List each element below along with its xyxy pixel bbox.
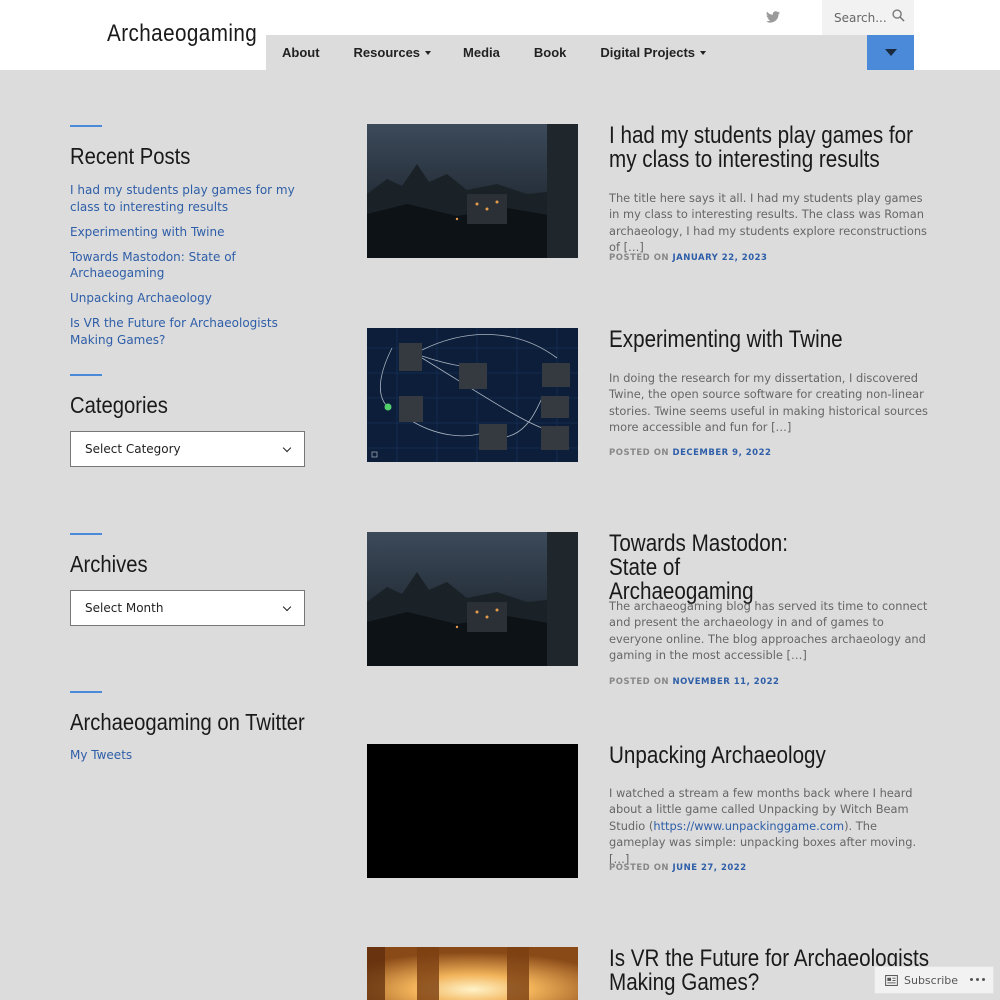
post-meta: POSTED ON JUNE 27, 2022 (609, 863, 747, 873)
reader-icon (885, 974, 898, 986)
widget-divider (70, 125, 102, 127)
search-icon[interactable] (892, 9, 905, 22)
menu-toggle-button[interactable] (867, 35, 914, 70)
recent-posts-widget: Recent Posts I had my students play game… (70, 125, 310, 357)
widget-divider (70, 374, 102, 376)
post-thumbnail[interactable] (367, 124, 578, 258)
nav-item-digital-projects[interactable]: Digital Projects (600, 35, 707, 70)
widget-divider (70, 691, 102, 693)
twitter-widget: Archaeogaming on Twitter My Tweets (70, 691, 310, 762)
post-meta: POSTED ON DECEMBER 9, 2022 (609, 448, 772, 458)
nav-item-media[interactable]: Media (463, 35, 500, 70)
unpacking-site-link[interactable]: https://www.unpackinggame.com (653, 819, 844, 833)
post-title-link[interactable]: I had my students play games for my clas… (609, 124, 939, 172)
post-date-link[interactable]: JANUARY 22, 2023 (673, 253, 768, 263)
main-nav: About Resources Media Book Digital Proje… (266, 35, 914, 70)
post-date-link[interactable]: NOVEMBER 11, 2022 (673, 677, 780, 687)
post-excerpt: The title here says it all. I had my stu… (609, 191, 927, 255)
subscribe-bar: Subscribe (874, 966, 994, 994)
categories-widget: Categories Select Category (70, 374, 310, 467)
night-town-image (367, 124, 578, 258)
night-town-image (367, 532, 578, 666)
post-thumbnail[interactable] (367, 744, 578, 878)
archive-month-select[interactable]: Select Month (70, 590, 305, 626)
chevron-down-icon (282, 602, 292, 611)
chevron-down-icon (282, 443, 292, 452)
category-select[interactable]: Select Category (70, 431, 305, 467)
nav-item-about[interactable]: About (282, 35, 320, 70)
twitter-icon[interactable] (766, 11, 780, 23)
post-thumbnail[interactable] (367, 947, 578, 1000)
widget-title: Archives (70, 551, 148, 577)
post-meta: POSTED ON NOVEMBER 11, 2022 (609, 677, 780, 687)
search-box (822, 0, 914, 35)
recent-post-link[interactable]: I had my students play games for my clas… (70, 182, 310, 215)
triangle-down-icon (884, 49, 897, 56)
recent-post-link[interactable]: Is VR the Future for Archaeologists Maki… (70, 315, 310, 348)
post-title-link[interactable]: Unpacking Archaeology (609, 744, 939, 768)
post-date-link[interactable]: DECEMBER 9, 2022 (673, 448, 772, 458)
desert-light-image (367, 947, 578, 1000)
widget-title: Recent Posts (70, 143, 191, 169)
caret-down-icon (425, 50, 432, 55)
more-options-icon[interactable] (970, 978, 985, 981)
recent-post-link[interactable]: Towards Mastodon: State of Archaeogaming (70, 249, 310, 282)
post-excerpt: I watched a stream a few months back whe… (609, 786, 917, 866)
widget-title: Archaeogaming on Twitter (70, 709, 305, 735)
subscribe-button[interactable]: Subscribe (904, 974, 958, 987)
widget-title: Categories (70, 392, 168, 418)
caret-down-icon (700, 50, 707, 55)
archives-widget: Archives Select Month (70, 533, 310, 626)
nav-item-book[interactable]: Book (534, 35, 567, 70)
recent-post-link[interactable]: Unpacking Archaeology (70, 290, 310, 307)
my-tweets-link[interactable]: My Tweets (70, 748, 310, 762)
post-meta: POSTED ON JANUARY 22, 2023 (609, 253, 768, 263)
nav-item-resources[interactable]: Resources (354, 35, 432, 70)
post-thumbnail[interactable] (367, 532, 578, 666)
recent-posts-list: I had my students play games for my clas… (70, 182, 310, 348)
search-input[interactable] (834, 9, 886, 27)
post-excerpt: The archaeogaming blog has served its ti… (609, 599, 928, 663)
post-title-link[interactable]: Towards Mastodon: State of Archaeogaming (609, 532, 807, 604)
site-header: Archaeogaming About Resources Media Book… (0, 0, 1000, 70)
post-excerpt: In doing the research for my dissertatio… (609, 371, 928, 435)
recent-post-link[interactable]: Experimenting with Twine (70, 224, 310, 241)
site-title[interactable]: Archaeogaming (107, 20, 257, 48)
post-date-link[interactable]: JUNE 27, 2022 (673, 863, 747, 873)
post-thumbnail[interactable] (367, 328, 578, 462)
post-title-link[interactable]: Experimenting with Twine (609, 328, 939, 352)
twine-map-image (367, 328, 578, 462)
widget-divider (70, 533, 102, 535)
